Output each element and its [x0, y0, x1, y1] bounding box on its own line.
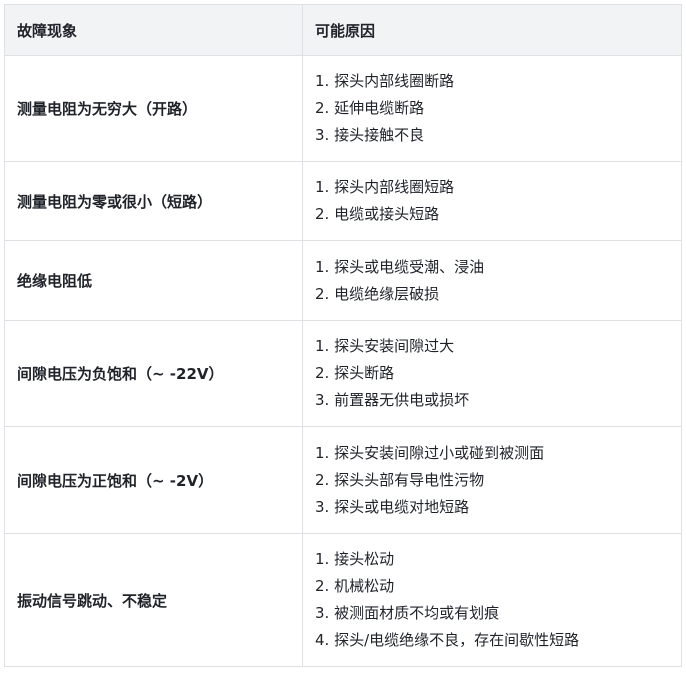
causes-cell: 1. 探头内部线圈短路 2. 电缆或接头短路: [302, 161, 682, 241]
causes-list: 1. 探头内部线圈断路 2. 延伸电缆断路 3. 接头接触不良: [315, 68, 669, 149]
cause-item: 1. 探头或电缆受潮、浸油: [315, 257, 485, 276]
cause-item: 2. 机械松动: [315, 577, 395, 595]
fault-diagnosis-table: 故障现象 可能原因 测量电阻为无穷大（开路） 1. 探头内部线圈断路 2. 延伸…: [4, 4, 682, 667]
header-symptom: 故障现象: [4, 4, 303, 56]
symptom-cell: 振动信号跳动、不稳定: [4, 533, 303, 667]
cause-item: 3. 被测面材质不均或有划痕: [315, 604, 500, 622]
causes-cell: 1. 探头内部线圈断路 2. 延伸电缆断路 3. 接头接触不良: [302, 55, 682, 162]
causes-cell: 1. 探头安装间隙过大 2. 探头断路 3. 前置器无供电或损坏: [302, 320, 682, 427]
cause-item: 1. 探头内部线圈断路: [315, 72, 455, 90]
causes-list: 1. 探头内部线圈短路 2. 电缆或接头短路: [315, 174, 669, 228]
causes-cell: 1. 探头安装间隙过小或碰到被测面 2. 探头头部有导电性污物 3. 探头或电缆…: [302, 426, 682, 534]
causes-list: 1. 探头安装间隙过小或碰到被测面 2. 探头头部有导电性污物 3. 探头或电缆…: [315, 440, 669, 521]
cause-item: 1. 探头安装间隙过小或碰到被测面: [315, 443, 545, 462]
causes-list: 1. 接头松动 2. 机械松动 3. 被测面材质不均或有划痕 4. 探头/电缆绝…: [315, 546, 669, 654]
cause-item: 4. 探头/电缆绝缘不良，存在间歇性短路: [315, 631, 580, 649]
table-row: 间隙电压为负饱和（~ -22V） 1. 探头安装间隙过大 2. 探头断路 3. …: [4, 320, 682, 427]
cause-item: 2. 探头头部有导电性污物: [315, 470, 485, 489]
cause-item: 3. 接头接触不良: [315, 126, 425, 144]
cause-item: 2. 电缆绝缘层破损: [315, 284, 440, 303]
table-header-row: 故障现象 可能原因: [4, 4, 682, 56]
causes-list: 1. 探头安装间隙过大 2. 探头断路 3. 前置器无供电或损坏: [315, 333, 669, 414]
symptom-cell: 测量电阻为无穷大（开路）: [4, 55, 303, 162]
symptom-cell: 间隙电压为负饱和（~ -22V）: [4, 320, 303, 427]
table-row: 间隙电压为正饱和（~ -2V） 1. 探头安装间隙过小或碰到被测面 2. 探头头…: [4, 426, 682, 534]
fault-table-container: 故障现象 可能原因 测量电阻为无穷大（开路） 1. 探头内部线圈断路 2. 延伸…: [4, 4, 682, 667]
table-row: 振动信号跳动、不稳定 1. 接头松动 2. 机械松动 3. 被测面材质不均或有划…: [4, 533, 682, 667]
causes-cell: 1. 接头松动 2. 机械松动 3. 被测面材质不均或有划痕 4. 探头/电缆绝…: [302, 533, 682, 667]
cause-item: 1. 探头安装间隙过大: [315, 337, 455, 355]
table-row: 测量电阻为零或很小（短路） 1. 探头内部线圈短路 2. 电缆或接头短路: [4, 161, 682, 241]
causes-cell: 1. 探头或电缆受潮、浸油 2. 电缆绝缘层破损: [302, 240, 682, 321]
cause-item: 2. 探头断路: [315, 364, 395, 382]
header-causes: 可能原因: [302, 4, 682, 56]
cause-item: 2. 电缆或接头短路: [315, 205, 440, 223]
cause-item: 1. 探头内部线圈短路: [315, 178, 455, 196]
cause-item: 3. 前置器无供电或损坏: [315, 391, 470, 409]
symptom-cell: 间隙电压为正饱和（~ -2V）: [4, 426, 303, 534]
table-row: 测量电阻为无穷大（开路） 1. 探头内部线圈断路 2. 延伸电缆断路 3. 接头…: [4, 55, 682, 162]
symptom-cell: 绝缘电阻低: [4, 240, 303, 321]
symptom-cell: 测量电阻为零或很小（短路）: [4, 161, 303, 241]
table-row: 绝缘电阻低 1. 探头或电缆受潮、浸油 2. 电缆绝缘层破损: [4, 240, 682, 321]
causes-list: 1. 探头或电缆受潮、浸油 2. 电缆绝缘层破损: [315, 254, 669, 308]
cause-item: 3. 探头或电缆对地短路: [315, 497, 470, 516]
cause-item: 2. 延伸电缆断路: [315, 99, 425, 117]
cause-item: 1. 接头松动: [315, 550, 395, 568]
